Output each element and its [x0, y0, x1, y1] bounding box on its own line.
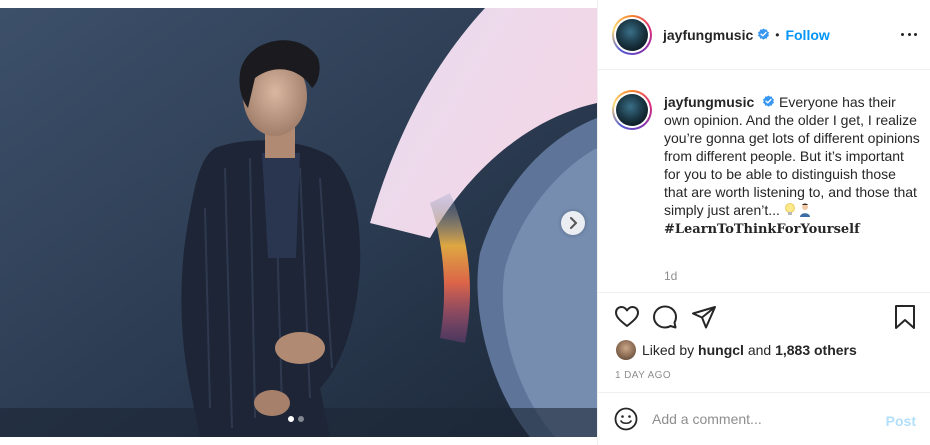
- likes-summary: Liked by hungcl and 1,883 others: [616, 340, 857, 360]
- post-media[interactable]: [0, 8, 597, 437]
- verified-badge-icon: [763, 95, 775, 107]
- comment-input[interactable]: [652, 411, 862, 427]
- post-comment-button[interactable]: Post: [886, 413, 916, 429]
- post-side-panel: jayfungmusic • Follow jayfungmusic Every…: [597, 0, 930, 445]
- comment-icon[interactable]: [652, 304, 678, 330]
- follow-button[interactable]: Follow: [785, 27, 829, 43]
- author-avatar[interactable]: [612, 14, 652, 55]
- caption: jayfungmusic Everyone has their own opin…: [664, 93, 922, 239]
- chevron-right-icon: [570, 217, 577, 229]
- divider: [598, 292, 930, 293]
- heart-icon[interactable]: [614, 304, 640, 330]
- liked-by-user[interactable]: hungcl: [698, 342, 744, 358]
- caption-text: Everyone has their own opinion. And the …: [664, 94, 920, 218]
- verified-badge-icon: [758, 28, 770, 40]
- liked-by-others[interactable]: 1,883 others: [775, 342, 857, 358]
- author-username[interactable]: jayfungmusic: [663, 27, 753, 43]
- header-separator: •: [775, 27, 780, 42]
- next-slide-button[interactable]: [561, 211, 585, 235]
- comment-bar: Post: [598, 392, 930, 445]
- share-icon[interactable]: [691, 304, 717, 330]
- caption-hashtag[interactable]: #LearnToThinkForYourself: [664, 221, 922, 239]
- liker-avatar[interactable]: [616, 340, 636, 360]
- liked-by-and: and: [747, 342, 772, 358]
- liked-by-prefix: Liked by: [642, 342, 695, 358]
- carousel-indicator: [288, 416, 304, 422]
- post-actions: [614, 304, 920, 330]
- caption-timestamp[interactable]: 1d: [664, 269, 677, 283]
- carousel-dot: [298, 416, 304, 422]
- post-header: jayfungmusic • Follow: [598, 0, 930, 70]
- post-photo: [0, 8, 597, 437]
- emoji-icon[interactable]: [614, 407, 638, 431]
- bookmark-icon[interactable]: [892, 304, 918, 330]
- emoji-lightbulb-person: [784, 203, 814, 221]
- post-date[interactable]: 1 DAY AGO: [615, 370, 671, 381]
- caption-username[interactable]: jayfungmusic: [664, 94, 754, 110]
- carousel-dot-active: [288, 416, 294, 422]
- more-options-icon[interactable]: [901, 26, 917, 42]
- caption-author-avatar[interactable]: [612, 90, 652, 130]
